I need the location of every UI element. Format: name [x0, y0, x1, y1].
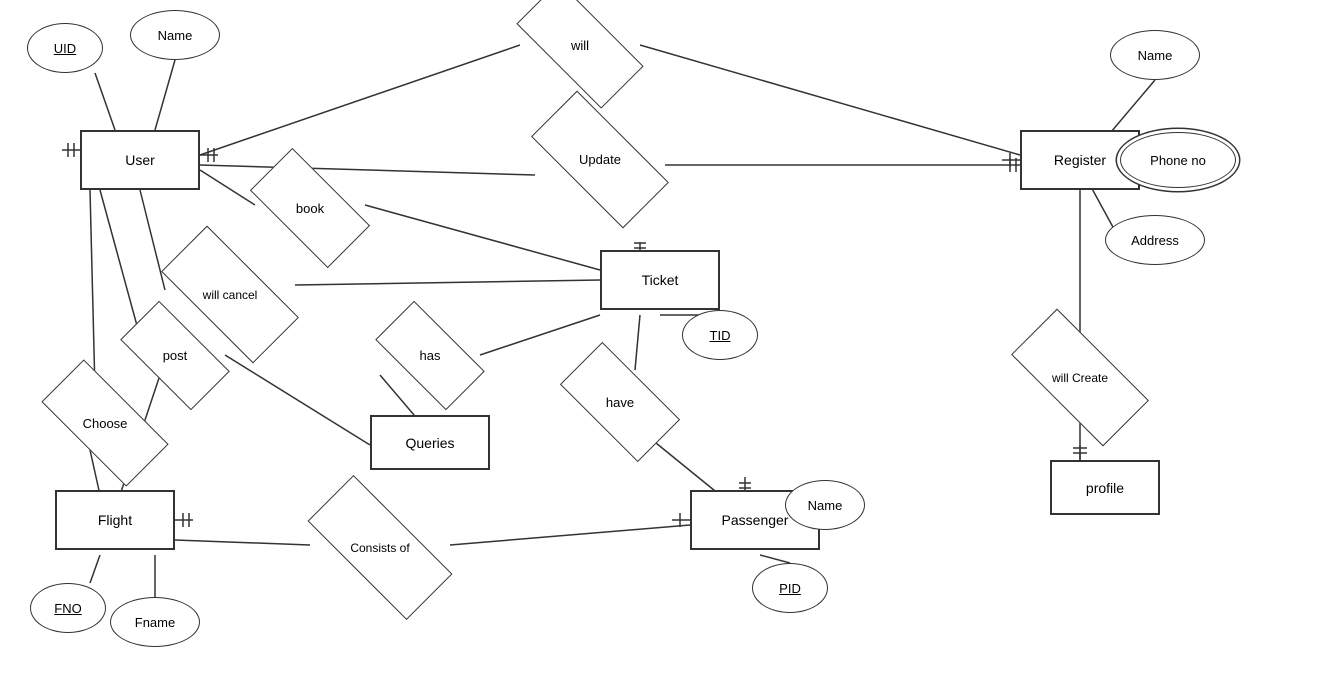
attr-pid: PID: [752, 563, 828, 613]
entity-ticket: Ticket: [600, 250, 720, 310]
attr-uid: UID: [27, 23, 103, 73]
attr-address: Address: [1105, 215, 1205, 265]
attr-register-name: Name: [1110, 30, 1200, 80]
diamond-update: Update: [535, 127, 665, 192]
diamond-has: has: [380, 328, 480, 383]
attr-phone-no: Phone no: [1120, 132, 1236, 188]
attr-fname: Fname: [110, 597, 200, 647]
entity-flight: Flight: [55, 490, 175, 550]
diamond-will-create: will Create: [1015, 345, 1145, 410]
attr-fno: FNO: [30, 583, 106, 633]
attr-user-name: Name: [130, 10, 220, 60]
diamond-book: book: [255, 178, 365, 238]
diamond-post: post: [125, 328, 225, 383]
attr-passenger-name: Name: [785, 480, 865, 530]
diamond-choose: Choose: [45, 393, 165, 453]
diamond-will: will: [520, 15, 640, 75]
entity-queries: Queries: [370, 415, 490, 470]
entity-user: User: [80, 130, 200, 190]
attr-tid: TID: [682, 310, 758, 360]
entity-profile: profile: [1050, 460, 1160, 515]
diamond-have: have: [565, 372, 675, 432]
diamond-consists-of: Consists of: [310, 515, 450, 580]
diamond-will-cancel: will cancel: [165, 262, 295, 327]
er-diagram: User Register Ticket Flight Passenger Qu…: [0, 0, 1343, 696]
